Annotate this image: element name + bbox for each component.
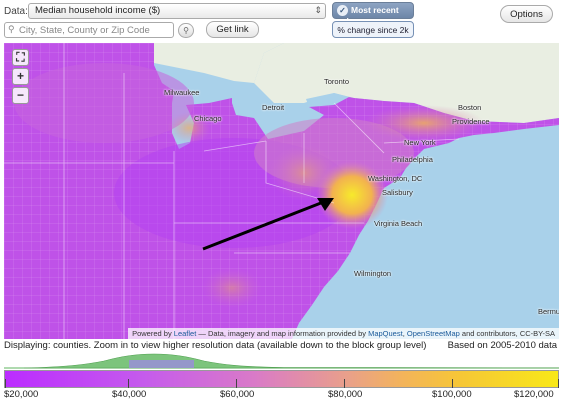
city-label: Bermu <box>538 307 559 316</box>
get-link-button[interactable]: Get link <box>206 21 259 38</box>
checkmark-icon: ✓ <box>337 5 348 16</box>
legend-label: $80,000 <box>328 389 363 400</box>
most-recent-value-button[interactable]: ✓Most recent value <box>332 2 414 26</box>
legend-label: $100,000 <box>432 389 472 400</box>
city-label: Philadelphia <box>392 155 433 164</box>
city-label: New York <box>404 138 436 147</box>
distribution-histogram <box>4 353 559 369</box>
legend-label: $60,000 <box>220 389 255 400</box>
city-label: Wilmington <box>354 269 392 278</box>
legend-tick <box>5 379 6 388</box>
atlanta-area <box>202 268 262 308</box>
search-input[interactable]: ⚲ City, State, County or Zip Code <box>4 22 174 38</box>
data-label: Data: <box>4 6 28 17</box>
legend-tick <box>236 379 237 388</box>
city-label: Milwaukee <box>164 88 200 97</box>
city-label: Boston <box>458 103 482 112</box>
search-placeholder: City, State, County or Zip Code <box>19 25 150 36</box>
map-attribution: Powered by Leaflet — Data, imagery and m… <box>128 328 559 339</box>
city-label: Chicago <box>194 114 222 123</box>
legend-color-scale <box>4 370 559 388</box>
city-label: Washington, DC <box>368 174 423 183</box>
search-icon: ⚲ <box>8 24 15 34</box>
percent-change-button[interactable]: % change since 2k <box>332 21 414 38</box>
legend-label: $120,000 <box>514 389 554 400</box>
legend-tick <box>558 379 559 388</box>
search-icon: ⚲ <box>183 26 189 35</box>
data-select-value: Median household income ($) <box>35 5 161 16</box>
legend-tick <box>344 379 345 388</box>
fullscreen-icon: ⛶ <box>16 50 25 64</box>
zoom-out-button[interactable]: − <box>12 87 29 104</box>
attribution-prefix: Powered by <box>132 329 172 338</box>
legend-tick <box>128 379 129 388</box>
color-legend: $20,000 $40,000 $60,000 $80,000 $100,000… <box>4 370 559 403</box>
options-button[interactable]: Options <box>500 5 553 23</box>
legend-label: $20,000 <box>4 389 39 400</box>
leaflet-link[interactable]: Leaflet <box>174 329 197 338</box>
data-select[interactable]: Median household income ($) ⇕ <box>28 3 326 19</box>
map-canvas <box>4 43 559 339</box>
city-label: Salisbury <box>382 188 413 197</box>
mapquest-link[interactable]: MapQuest <box>368 329 403 338</box>
midwest-region <box>14 63 194 143</box>
attribution-end: and contributors, CC-BY-SA <box>459 329 555 338</box>
openstreetmap-link[interactable]: OpenStreetMap <box>407 329 460 338</box>
fullscreen-button[interactable]: ⛶ <box>12 49 29 66</box>
minus-icon: − <box>16 88 24 102</box>
choropleth-map[interactable]: ⛶ + − Milwaukee Chicago Detroit Toronto … <box>4 43 559 339</box>
city-label: Detroit <box>262 103 285 112</box>
zoom-controls: ⛶ + − <box>12 49 29 106</box>
city-label: Providence <box>452 117 490 126</box>
status-text: Displaying: counties. Zoom in to view hi… <box>4 340 427 351</box>
legend-tick <box>452 379 453 388</box>
data-source-text: Based on 2005-2010 data <box>447 340 557 351</box>
legend-label: $40,000 <box>112 389 147 400</box>
chevron-updown-icon: ⇕ <box>314 5 322 15</box>
city-label: Virginia Beach <box>374 219 423 228</box>
plus-icon: + <box>16 69 24 83</box>
city-label: Toronto <box>324 77 350 86</box>
attribution-mid: — Data, imagery and map information prov… <box>196 329 369 338</box>
app-root: Data: Median household income ($) ⇕ ✓ Mos… <box>0 0 565 403</box>
control-bar: Data: Median household income ($) ⇕ ✓ Mos… <box>0 0 565 42</box>
zoom-in-button[interactable]: + <box>12 68 29 85</box>
search-go-button[interactable]: ⚲ <box>178 23 194 38</box>
